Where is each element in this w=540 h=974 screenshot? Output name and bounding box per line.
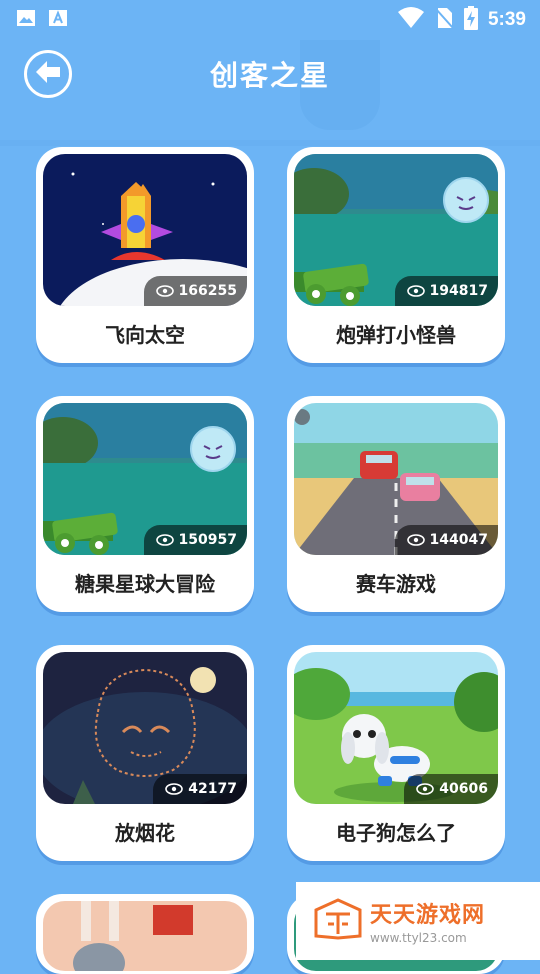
eye-icon bbox=[406, 285, 425, 297]
game-card[interactable]: 40606 电子狗怎么了 bbox=[287, 645, 505, 861]
thumbnail-candy-planet: 150957 bbox=[43, 403, 247, 555]
card-title: 炮弹打小怪兽 bbox=[336, 323, 456, 347]
eye-icon bbox=[155, 534, 174, 546]
watermark-title: 天天游戏网 bbox=[370, 903, 486, 928]
view-count-badge: 166255 bbox=[143, 276, 247, 306]
game-card[interactable]: 166255 飞向太空 bbox=[36, 147, 254, 363]
eye-icon bbox=[416, 783, 435, 795]
view-count: 144047 bbox=[429, 532, 488, 548]
battery-charging-icon bbox=[463, 6, 478, 34]
watermark: 天天游戏网 www.ttyl23.com bbox=[296, 882, 540, 960]
watermark-url: www.ttyl23.com bbox=[370, 931, 467, 945]
page-title: 创客之星 bbox=[209, 59, 330, 92]
card-title: 糖果星球大冒险 bbox=[75, 572, 215, 596]
card-title: 赛车游戏 bbox=[356, 572, 436, 596]
eye-icon bbox=[406, 534, 425, 546]
no-sim-icon bbox=[434, 7, 454, 33]
view-count: 166255 bbox=[178, 283, 237, 299]
watermark-logo-icon bbox=[314, 898, 362, 944]
eye-icon bbox=[155, 285, 174, 297]
card-title: 放烟花 bbox=[115, 821, 175, 845]
view-count-badge: 144047 bbox=[394, 525, 498, 555]
game-card[interactable]: 144047 赛车游戏 bbox=[287, 396, 505, 612]
wifi-icon bbox=[397, 7, 424, 33]
view-count: 194817 bbox=[429, 283, 488, 299]
header: 创客之星 bbox=[0, 40, 540, 110]
font-icon bbox=[48, 8, 68, 32]
eye-icon bbox=[165, 783, 184, 795]
thumbnail-cannon: 194817 bbox=[294, 154, 498, 306]
thumbnail-partial bbox=[43, 901, 247, 971]
view-count: 150957 bbox=[178, 532, 237, 548]
status-bar: 5:39 bbox=[0, 0, 540, 36]
game-card[interactable]: 150957 糖果星球大冒险 bbox=[36, 396, 254, 612]
view-count-badge: 42177 bbox=[153, 774, 247, 804]
game-card-partial[interactable] bbox=[36, 894, 254, 974]
thumbnail-fireworks: 42177 bbox=[43, 652, 247, 804]
view-count: 42177 bbox=[188, 781, 237, 797]
thumbnail-space-rocket: 166255 bbox=[43, 154, 247, 306]
view-count: 40606 bbox=[439, 781, 488, 797]
card-title: 电子狗怎么了 bbox=[336, 821, 456, 845]
thumbnail-racing: 144047 bbox=[294, 403, 498, 555]
clock: 5:39 bbox=[487, 9, 526, 30]
view-count-badge: 40606 bbox=[404, 774, 498, 804]
view-count-badge: 194817 bbox=[394, 276, 498, 306]
thumbnail-robot-dog: 40606 bbox=[294, 652, 498, 804]
view-count-badge: 150957 bbox=[143, 525, 247, 555]
game-card[interactable]: 194817 炮弹打小怪兽 bbox=[287, 147, 505, 363]
game-card[interactable]: 42177 放烟花 bbox=[36, 645, 254, 861]
card-title: 飞向太空 bbox=[105, 323, 185, 347]
gallery-icon bbox=[16, 8, 36, 32]
